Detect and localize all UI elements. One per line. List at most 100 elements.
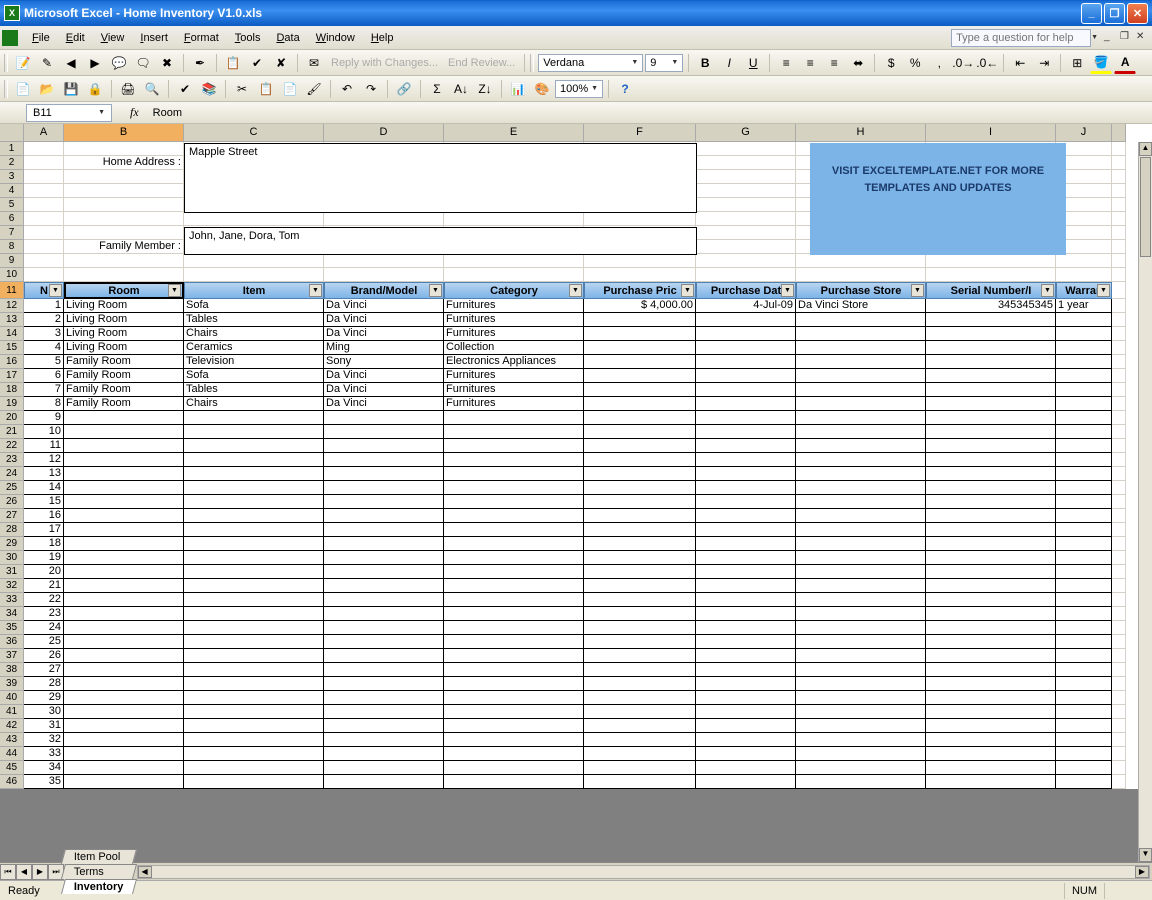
cell-F20[interactable]	[584, 411, 696, 425]
cell-C36[interactable]	[184, 635, 324, 649]
cell-I30[interactable]	[926, 551, 1056, 565]
cell-A22[interactable]: 11	[24, 439, 64, 453]
row-header-27[interactable]: 27	[0, 509, 24, 523]
comma-button[interactable]: ,	[928, 52, 950, 74]
help-search-input[interactable]	[951, 29, 1091, 47]
cell-B4[interactable]	[64, 184, 184, 198]
cell-C37[interactable]	[184, 649, 324, 663]
cell-F6[interactable]	[584, 212, 696, 226]
cell-H22[interactable]	[796, 439, 926, 453]
cell-C34[interactable]	[184, 607, 324, 621]
row-header-8[interactable]: 8	[0, 240, 24, 254]
cell-G8[interactable]	[696, 240, 796, 254]
cell-I26[interactable]	[926, 495, 1056, 509]
cell-G39[interactable]	[696, 677, 796, 691]
cell-B6[interactable]	[64, 212, 184, 226]
cell-C13[interactable]: Tables	[184, 313, 324, 327]
sheet-tab-inventory[interactable]: Inventory	[61, 879, 137, 894]
cell-H24[interactable]	[796, 467, 926, 481]
cell-G4[interactable]	[696, 184, 796, 198]
column-header-H[interactable]: H	[796, 124, 926, 142]
scrollbar-thumb[interactable]	[1140, 157, 1151, 257]
cell-B41[interactable]	[64, 705, 184, 719]
row-header-18[interactable]: 18	[0, 383, 24, 397]
row-header-22[interactable]: 22	[0, 439, 24, 453]
cell-A16[interactable]: 5	[24, 355, 64, 369]
cell-D14[interactable]: Da Vinci	[324, 327, 444, 341]
cell-B26[interactable]	[64, 495, 184, 509]
cell-B27[interactable]	[64, 509, 184, 523]
cell-J21[interactable]	[1056, 425, 1112, 439]
cell-J9[interactable]	[1056, 254, 1112, 268]
cell-D44[interactable]	[324, 747, 444, 761]
cell-A14[interactable]: 3	[24, 327, 64, 341]
cell-C10[interactable]	[184, 268, 324, 282]
cell-D24[interactable]	[324, 467, 444, 481]
cell-H10[interactable]	[796, 268, 926, 282]
cell-D29[interactable]	[324, 537, 444, 551]
increase-decimal-button[interactable]: .0→	[952, 52, 974, 74]
cell-E42[interactable]	[444, 719, 584, 733]
cell-F34[interactable]	[584, 607, 696, 621]
cell-J23[interactable]	[1056, 453, 1112, 467]
align-right-button[interactable]: ≡	[823, 52, 845, 74]
row-header-17[interactable]: 17	[0, 369, 24, 383]
filter-dropdown-icon[interactable]: ▼	[1097, 284, 1110, 297]
filter-header-purchase-pric[interactable]: Purchase Pric▼	[584, 282, 696, 299]
cell-G16[interactable]	[696, 355, 796, 369]
cell-E25[interactable]	[444, 481, 584, 495]
cell-B22[interactable]	[64, 439, 184, 453]
cell-A27[interactable]: 16	[24, 509, 64, 523]
cell-D33[interactable]	[324, 593, 444, 607]
cell-C31[interactable]	[184, 565, 324, 579]
cell-F17[interactable]	[584, 369, 696, 383]
cell-D26[interactable]	[324, 495, 444, 509]
cell-E12[interactable]: Furnitures	[444, 299, 584, 313]
show-comment-icon[interactable]: 💬	[108, 52, 130, 74]
cell-B45[interactable]	[64, 761, 184, 775]
cell-D17[interactable]: Da Vinci	[324, 369, 444, 383]
cell-A33[interactable]: 22	[24, 593, 64, 607]
cell-J43[interactable]	[1056, 733, 1112, 747]
cell-H20[interactable]	[796, 411, 926, 425]
reject-change-icon[interactable]: ✘	[270, 52, 292, 74]
cell-I16[interactable]	[926, 355, 1056, 369]
mdi-minimize-button[interactable]: _	[1104, 31, 1118, 45]
column-header-G[interactable]: G	[696, 124, 796, 142]
column-header-B[interactable]: B	[64, 124, 184, 142]
scroll-up-button[interactable]: ▲	[1139, 142, 1152, 156]
sort-asc-button[interactable]: A↓	[450, 78, 472, 100]
cell-B21[interactable]	[64, 425, 184, 439]
cell-J17[interactable]	[1056, 369, 1112, 383]
cell-J42[interactable]	[1056, 719, 1112, 733]
cell-G28[interactable]	[696, 523, 796, 537]
cell-H23[interactable]	[796, 453, 926, 467]
cell-D36[interactable]	[324, 635, 444, 649]
column-header-D[interactable]: D	[324, 124, 444, 142]
cell-A38[interactable]: 27	[24, 663, 64, 677]
cell-E35[interactable]	[444, 621, 584, 635]
column-header-F[interactable]: F	[584, 124, 696, 142]
row-header-41[interactable]: 41	[0, 705, 24, 719]
cell-B7[interactable]	[64, 226, 184, 240]
filter-dropdown-icon[interactable]: ▼	[911, 284, 924, 297]
prev-comment-icon[interactable]: ◀	[60, 52, 82, 74]
cell-E6[interactable]	[444, 212, 584, 226]
cell-D21[interactable]	[324, 425, 444, 439]
cell-D19[interactable]: Da Vinci	[324, 397, 444, 411]
menu-edit[interactable]: Edit	[58, 30, 93, 46]
cell-A32[interactable]: 21	[24, 579, 64, 593]
cell-J14[interactable]	[1056, 327, 1112, 341]
cell-H39[interactable]	[796, 677, 926, 691]
cell-B5[interactable]	[64, 198, 184, 212]
row-header-12[interactable]: 12	[0, 299, 24, 313]
cell-A24[interactable]: 13	[24, 467, 64, 481]
cell-B34[interactable]	[64, 607, 184, 621]
filter-header-category[interactable]: Category▼	[444, 282, 584, 299]
cell-I39[interactable]	[926, 677, 1056, 691]
sheet-tab-item-pool[interactable]: Item Pool	[61, 849, 137, 864]
cell-A17[interactable]: 6	[24, 369, 64, 383]
cell-H25[interactable]	[796, 481, 926, 495]
cell-J13[interactable]	[1056, 313, 1112, 327]
cell-I17[interactable]	[926, 369, 1056, 383]
